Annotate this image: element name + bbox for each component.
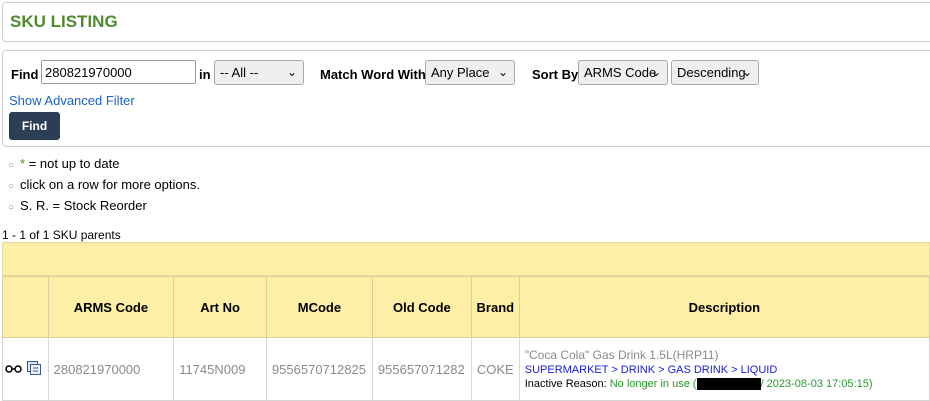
notes-list: ○ * = not up to date ○ click on a row for … xyxy=(8,156,200,219)
cell-old-code: 955657071282 xyxy=(371,337,472,401)
bullet-icon: ○ xyxy=(8,181,15,192)
header-brand[interactable]: Brand xyxy=(470,276,520,338)
advanced-filter-link[interactable]: Show Advanced Filter xyxy=(9,93,135,108)
filter-panel: Find in -- All -- ⌄ Match Word With Any … xyxy=(2,50,930,147)
page-title: SKU LISTING xyxy=(10,12,118,31)
in-select[interactable]: -- All -- ⌄ xyxy=(214,60,304,85)
chevron-down-icon: ⌄ xyxy=(286,65,297,79)
match-select-value: Any Place xyxy=(431,65,490,80)
cell-mcode: 9556570712825 xyxy=(265,337,373,401)
bullet-icon: ○ xyxy=(8,160,15,171)
table-row[interactable]: 280821970000 11745N009 9556570712825 955… xyxy=(2,337,930,401)
cell-brand: COKE xyxy=(470,337,520,401)
header-actions xyxy=(2,276,49,338)
bullet-icon: ○ xyxy=(8,202,15,213)
header-mcode[interactable]: MCode xyxy=(265,276,373,338)
note-item: ○ * = not up to date xyxy=(8,156,120,171)
view-icon[interactable] xyxy=(5,362,22,377)
sku-table: ARMS Code Art No MCode Old Code Brand De… xyxy=(2,276,930,401)
chevron-down-icon: ⌄ xyxy=(741,65,752,79)
note-item: ○ click on a row for more options. xyxy=(8,177,200,192)
sort-select[interactable]: ARMS Code ⌄ xyxy=(578,60,668,85)
match-label: Match Word With xyxy=(320,67,426,82)
in-label: in xyxy=(199,67,211,82)
header-art-no[interactable]: Art No xyxy=(173,276,267,338)
copy-icon[interactable] xyxy=(26,360,42,379)
cell-arms-code: 280821970000 xyxy=(47,337,175,401)
header-old-code[interactable]: Old Code xyxy=(371,276,472,338)
note-item: ○ S. R. = Stock Reorder xyxy=(8,198,147,213)
table-toolbar xyxy=(2,242,930,276)
table-header-row: ARMS Code Art No MCode Old Code Brand De… xyxy=(2,276,930,338)
chevron-down-icon: ⌄ xyxy=(497,65,508,79)
find-input[interactable] xyxy=(41,60,196,84)
redacted-block xyxy=(696,378,761,391)
cell-art-no: 11745N009 xyxy=(173,337,267,401)
description-name: "Coca Cola" Gas Drink 1.5L(HRP11) xyxy=(524,347,719,362)
sort-select-value: ARMS Code xyxy=(584,65,657,80)
inactive-reason: Inactive Reason: No longer in use (/ 202… xyxy=(524,377,873,391)
title-panel: SKU LISTING xyxy=(2,2,930,42)
description-category: SUPERMARKET > DRINK > GAS DRINK > LIQUID xyxy=(524,363,778,376)
chevron-down-icon: ⌄ xyxy=(650,65,661,79)
sort-label: Sort By xyxy=(532,67,579,82)
row-actions xyxy=(2,337,49,401)
find-button[interactable]: Find xyxy=(9,112,60,140)
cell-description: "Coca Cola" Gas Drink 1.5L(HRP11) SUPERM… xyxy=(518,337,930,401)
match-select[interactable]: Any Place ⌄ xyxy=(425,60,515,85)
order-select-value: Descending xyxy=(677,65,746,80)
result-count: 1 - 1 of 1 SKU parents xyxy=(2,228,121,242)
in-select-value: -- All -- xyxy=(220,65,259,80)
order-select[interactable]: Descending ⌄ xyxy=(671,60,759,85)
find-label: Find xyxy=(11,67,39,82)
header-arms-code[interactable]: ARMS Code xyxy=(47,276,175,338)
header-description[interactable]: Description xyxy=(518,276,930,338)
